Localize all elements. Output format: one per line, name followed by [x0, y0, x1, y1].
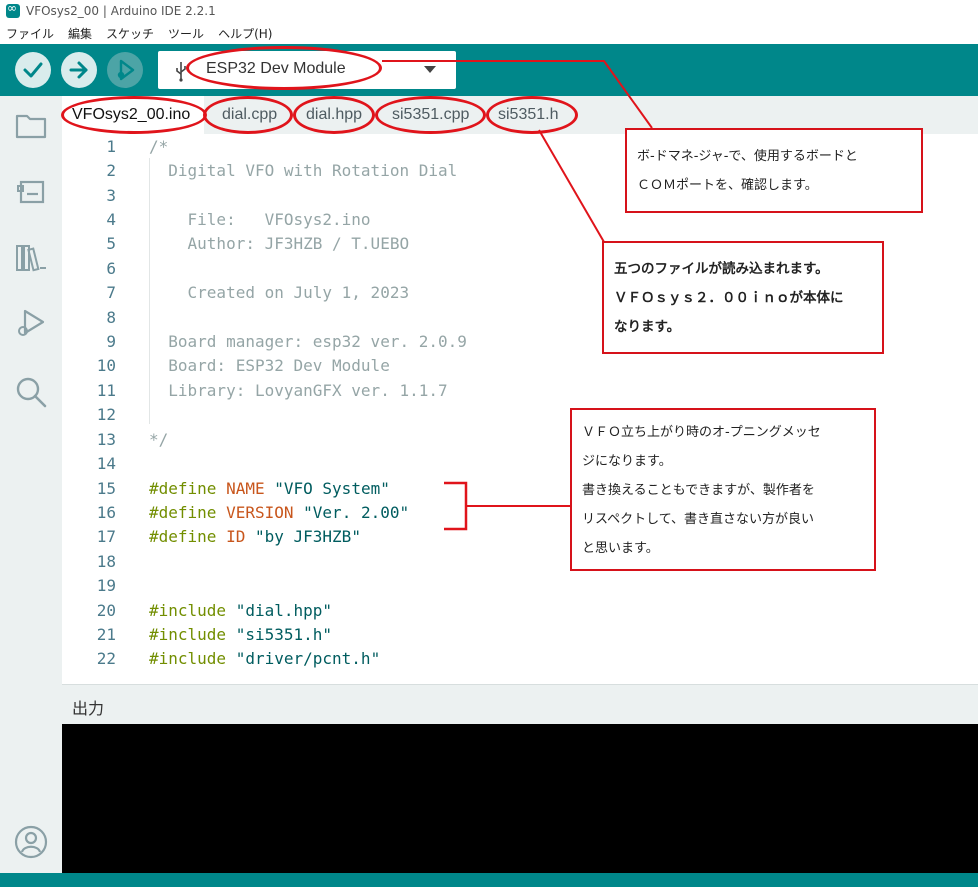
output-title: 出力 — [72, 699, 105, 718]
note-line: ＶＦＯｓｙｓ２．００ｉｎｏが本体に — [614, 290, 844, 306]
line-number: 5 — [106, 234, 116, 253]
code-text: Digital VFO with Rotation Dial — [149, 161, 458, 180]
code-text: /* — [149, 137, 169, 156]
menu-file[interactable]: ファイル — [6, 25, 54, 42]
folder-icon[interactable] — [13, 108, 49, 144]
code-line: 20 #include "dial.hpp" — [62, 601, 978, 625]
code-text: Board: ESP32 Dev Module — [149, 356, 390, 375]
line-number: 4 — [106, 210, 116, 229]
library-icon[interactable] — [13, 240, 49, 276]
code-text: Board manager: esp32 ver. 2.0.9 — [149, 332, 467, 351]
checkmark-icon — [23, 62, 43, 78]
code-text: #define NAME "VFO System" — [149, 479, 390, 498]
output-console[interactable] — [62, 724, 978, 873]
verify-button[interactable] — [15, 52, 51, 88]
code-text: Author: JF3HZB / T.UEBO — [149, 234, 410, 253]
toolbar: ESP32 Dev Module — [0, 44, 978, 96]
note-line: ボ-ドマネ-ジャ-で、使用するボードと — [637, 149, 858, 164]
tab-vfosys2-ino[interactable]: VFOsys2_00.ino — [62, 96, 204, 134]
code-text: Library: LovyanGFX ver. 1.1.7 — [149, 381, 448, 400]
line-number: 22 — [96, 649, 116, 668]
line-number: 17 — [96, 527, 116, 546]
account-icon[interactable] — [13, 824, 49, 860]
line-number: 20 — [96, 601, 116, 620]
annotation-note-board: ボ-ドマネ-ジャ-で、使用するボードと ＣＯＭポートを、確認します。 — [625, 128, 923, 213]
arduino-logo-icon — [6, 1, 20, 18]
board-name: ESP32 Dev Module — [206, 60, 346, 77]
upload-button[interactable] — [61, 52, 97, 88]
note-line: ジになります。 — [582, 454, 672, 469]
line-number: 3 — [106, 186, 116, 205]
tab-si5351-cpp[interactable]: si5351.cpp — [392, 96, 469, 134]
line-number: 2 — [106, 161, 116, 180]
code-line: 4 File: VFOsys2.ino — [62, 210, 978, 234]
board-manager-icon[interactable] — [13, 172, 49, 208]
board-selector[interactable]: ESP32 Dev Module — [158, 51, 456, 89]
annotation-note-files: 五つのファイルが読み込まれます。 ＶＦＯｓｙｓ２．００ｉｎｏが本体に なります。 — [602, 241, 884, 354]
menu-bar: ファイル 編集 スケッチ ツール ヘルプ(H) — [0, 22, 978, 44]
title-bar: VFOsys2_00 | Arduino IDE 2.2.1 — [0, 0, 978, 22]
tab-label: dial.hpp — [306, 106, 363, 123]
menu-edit[interactable]: 編集 — [68, 25, 92, 42]
tab-label: si5351.cpp — [392, 106, 470, 123]
code-text: #include "si5351.h" — [149, 625, 333, 644]
code-text: */ — [149, 430, 169, 449]
line-number: 21 — [96, 625, 116, 644]
line-number: 15 — [96, 479, 116, 498]
debug-sidebar-icon[interactable] — [13, 306, 49, 342]
line-number: 9 — [106, 332, 116, 351]
code-text: #include "dial.hpp" — [149, 601, 333, 620]
menu-help[interactable]: ヘルプ(H) — [218, 25, 272, 42]
line-number: 1 — [106, 137, 116, 156]
line-number: 14 — [96, 454, 116, 473]
line-number: 16 — [96, 503, 116, 522]
output-panel-header: 出力 — [62, 684, 978, 724]
note-line: リスペクトして、書き直さない方が良い — [582, 512, 815, 527]
usb-icon — [176, 62, 186, 82]
note-line: 五つのファイルが読み込まれます。 — [614, 261, 829, 277]
code-text: #define ID "by JF3HZB" — [149, 527, 361, 546]
line-number: 7 — [106, 283, 116, 302]
tab-dial-cpp[interactable]: dial.cpp — [222, 96, 277, 134]
note-line: なります。 — [614, 319, 681, 335]
window-title: VFOsys2_00 | Arduino IDE 2.2.1 — [26, 4, 216, 18]
code-line: 10 Board: ESP32 Dev Module — [62, 356, 978, 380]
code-line: 11 Library: LovyanGFX ver. 1.1.7 — [62, 381, 978, 405]
tab-dial-hpp[interactable]: dial.hpp — [306, 96, 362, 134]
line-number: 6 — [106, 259, 116, 278]
line-number: 13 — [96, 430, 116, 449]
code-line: 19 — [62, 576, 978, 600]
code-text: Created on July 1, 2023 — [149, 283, 410, 302]
line-number: 10 — [96, 356, 116, 375]
status-bar — [0, 873, 978, 887]
code-text: File: VFOsys2.ino — [149, 210, 371, 229]
tab-label: VFOsys2_00.ino — [72, 106, 191, 123]
line-number: 12 — [96, 405, 116, 424]
menu-tools[interactable]: ツール — [168, 25, 204, 42]
sidebar — [0, 96, 62, 873]
chevron-down-icon[interactable] — [424, 66, 436, 73]
line-number: 19 — [96, 576, 116, 595]
arrow-right-icon — [69, 61, 88, 79]
debug-button[interactable] — [107, 52, 143, 88]
code-text: #define VERSION "Ver. 2.00" — [149, 503, 410, 522]
annotation-note-message: ＶＦＯ立ち上がり時のオ-プニングメッセ ジになります。 書き換えることもできます… — [570, 408, 876, 571]
debug-icon — [117, 59, 135, 81]
menu-sketch[interactable]: スケッチ — [106, 25, 154, 42]
note-line: と思います。 — [582, 541, 659, 556]
code-text: #include "driver/pcnt.h" — [149, 649, 381, 668]
tab-label: dial.cpp — [222, 106, 278, 123]
tab-label: si5351.h — [498, 106, 559, 123]
note-line: ＶＦＯ立ち上がり時のオ-プニングメッセ — [582, 425, 821, 440]
line-number: 11 — [96, 381, 116, 400]
tab-si5351-h[interactable]: si5351.h — [498, 96, 559, 134]
line-number: 18 — [96, 552, 116, 571]
code-line: 22 #include "driver/pcnt.h" — [62, 649, 978, 673]
line-number: 8 — [106, 308, 116, 327]
note-line: ＣＯＭポートを、確認します。 — [637, 178, 818, 193]
note-line: 書き換えることもできますが、製作者を — [582, 483, 815, 498]
search-icon[interactable] — [13, 374, 49, 410]
code-line: 21 #include "si5351.h" — [62, 625, 978, 649]
